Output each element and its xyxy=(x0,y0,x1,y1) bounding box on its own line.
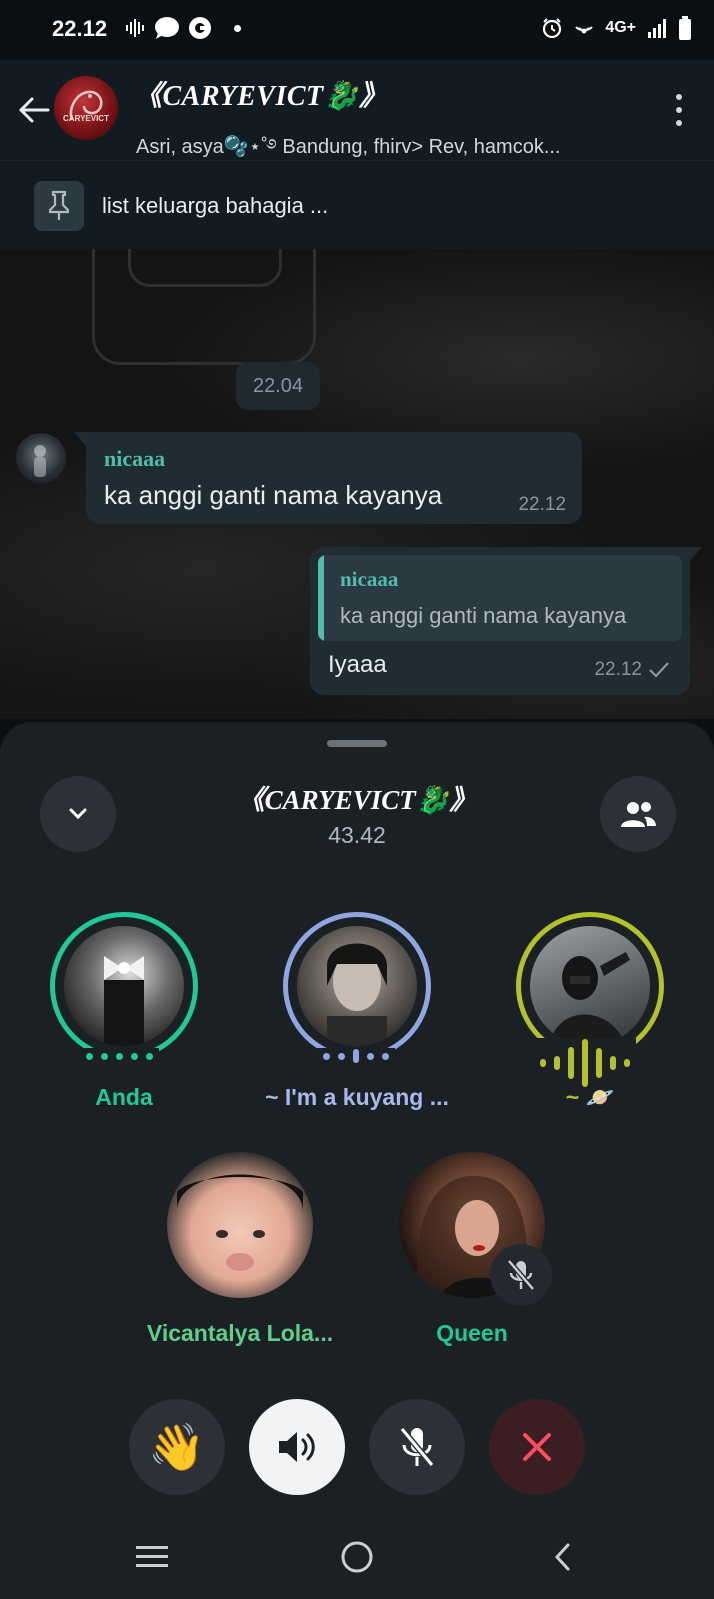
sender-avatar[interactable] xyxy=(16,433,66,483)
time-chip: 22.04 xyxy=(236,362,320,410)
quote-text: ka anggi ganti nama kayanya xyxy=(340,603,627,628)
chevron-left-icon xyxy=(554,1543,570,1571)
participant-photo xyxy=(297,926,417,1046)
quote-bar xyxy=(318,555,324,641)
system-nav-bar xyxy=(0,1512,714,1599)
quoted-message[interactable]: nicaaa ka anggi ganti nama kayanya xyxy=(318,555,682,641)
back-button[interactable] xyxy=(14,90,54,130)
message-text: ka anggi ganti nama kayanya xyxy=(104,480,443,510)
person-silhouette-icon xyxy=(34,445,46,477)
notification-dot xyxy=(234,24,241,32)
participant-photo xyxy=(167,1152,313,1298)
screen: 22.12 4G+ CARYEVICT 《CARYEVICT🐉》 Asri, a… xyxy=(0,0,714,1599)
more-dot xyxy=(676,94,682,100)
participant-self[interactable]: Anda xyxy=(24,912,224,1122)
arrow-left-icon xyxy=(18,97,50,123)
voice-chat-sheet: 《CARYEVICT🐉》 43.42 Anda ~ I'm a kuyang .… xyxy=(0,722,714,1599)
participant-name: Queen xyxy=(436,1320,508,1346)
incoming-message[interactable]: nicaaa ka anggi ganti nama kayanya 22.12 xyxy=(74,432,582,524)
participant-5[interactable]: Queen xyxy=(372,1152,572,1362)
participants-button[interactable] xyxy=(600,776,676,852)
message-time: 22.12 xyxy=(594,659,642,680)
outgoing-message[interactable]: nicaaa ka anggi ganti nama kayanya Iyaaa… xyxy=(310,547,702,695)
home-button[interactable] xyxy=(332,1532,382,1582)
mic-off-icon xyxy=(507,1259,535,1291)
speaker-icon xyxy=(279,1432,315,1462)
people-icon xyxy=(621,802,656,827)
speaker-button[interactable] xyxy=(249,1399,345,1495)
face-photo-icon xyxy=(327,943,387,1046)
audio-level-bars xyxy=(534,1038,636,1088)
close-icon xyxy=(523,1433,551,1461)
alarm-icon xyxy=(543,18,562,39)
participant-name: Anda xyxy=(95,1084,153,1110)
waving-hand-icon: 👋 xyxy=(148,1421,206,1473)
more-options-button[interactable] xyxy=(672,94,686,126)
quote-sender: nicaaa xyxy=(340,567,399,591)
voice-wave-icon xyxy=(126,19,144,37)
participant-3[interactable]: ~ 🪐 xyxy=(490,912,690,1122)
group-avatar[interactable]: CARYEVICT xyxy=(54,76,118,140)
back-nav-button[interactable] xyxy=(538,1532,588,1582)
message-text: Iyaaa xyxy=(328,651,387,678)
chat-header: CARYEVICT 《CARYEVICT🐉》 Asri, asya🫧⋆˚࿔ Ba… xyxy=(0,60,714,160)
pinned-message-bar[interactable]: list keluarga bahagia ... xyxy=(0,160,714,250)
network-type: 4G+ xyxy=(605,19,636,36)
audio-level-dots xyxy=(80,1048,159,1064)
pinned-text: list keluarga bahagia ... xyxy=(102,193,329,218)
mute-mic-button[interactable] xyxy=(369,1399,465,1495)
group-title[interactable]: 《CARYEVICT🐉》 xyxy=(134,74,388,114)
message-time-group: 22.12 xyxy=(594,659,670,681)
face-photo-icon xyxy=(177,1174,303,1271)
more-dot xyxy=(676,120,682,126)
message-time: 22.12 xyxy=(518,494,566,515)
leave-call-button[interactable] xyxy=(489,1399,585,1495)
pin-icon-box xyxy=(34,181,84,231)
hotspot-icon xyxy=(575,26,594,34)
participant-name: ~ 🪐 xyxy=(565,1084,615,1110)
participant-photo xyxy=(64,926,184,1046)
single-check-icon xyxy=(649,662,669,678)
participant-2[interactable]: ~ I'm a kuyang ... xyxy=(257,912,457,1122)
audio-level-dots xyxy=(317,1048,395,1064)
pin-icon xyxy=(48,190,70,220)
status-bar: 22.12 4G+ xyxy=(0,0,714,60)
more-dot xyxy=(676,107,682,113)
status-right: 4G+ xyxy=(541,16,692,40)
home-circle-icon xyxy=(341,1541,373,1573)
participant-name: Vicantalya Lola... xyxy=(146,1320,334,1346)
status-time: 22.12 xyxy=(52,16,108,41)
sheet-drag-handle[interactable] xyxy=(327,740,387,747)
mic-off-icon xyxy=(399,1427,435,1467)
muted-badge xyxy=(490,1244,552,1306)
participant-photo xyxy=(530,926,650,1046)
g-circle-icon xyxy=(189,17,211,39)
sender-name[interactable]: nicaaa xyxy=(104,446,165,472)
chat-bubble-icon xyxy=(155,17,179,39)
raise-hand-button[interactable]: 👋 xyxy=(129,1399,225,1495)
bow-hair-photo-icon xyxy=(104,956,144,1046)
participant-name: ~ I'm a kuyang ... xyxy=(265,1084,449,1110)
menu-lines-icon xyxy=(136,1546,168,1567)
status-left-icons xyxy=(124,16,241,40)
sticker-inner xyxy=(128,249,282,287)
group-avatar-lettering: CARYEVICT xyxy=(63,114,109,123)
hooded-person-photo-icon xyxy=(550,952,630,1046)
signal-icon xyxy=(648,19,666,38)
chat-area[interactable]: 22.04 nicaaa ka anggi ganti nama kayanya… xyxy=(0,249,714,719)
recents-button[interactable] xyxy=(127,1532,177,1582)
dragon-emblem-icon xyxy=(69,90,103,121)
participant-4[interactable]: Vicantalya Lola... xyxy=(140,1152,340,1362)
battery-icon xyxy=(679,16,691,40)
